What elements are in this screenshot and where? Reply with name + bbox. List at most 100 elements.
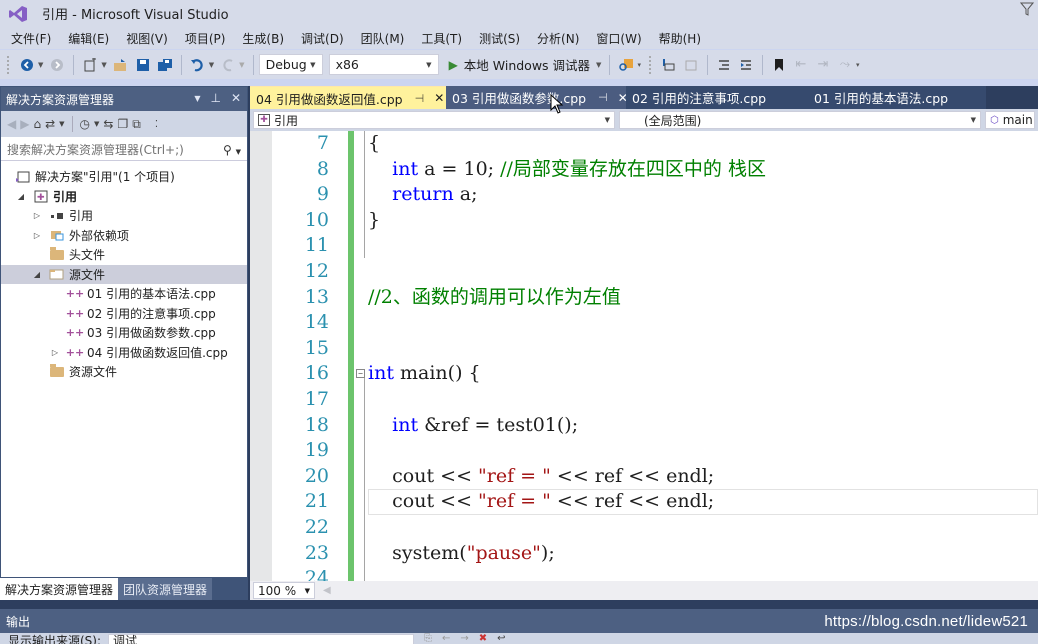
pin-icon[interactable]: ⊥ bbox=[210, 91, 220, 107]
pin-tab-icon[interactable]: ⊣ bbox=[598, 91, 608, 104]
undo-icon[interactable] bbox=[189, 56, 207, 74]
code-line[interactable] bbox=[368, 438, 1038, 464]
tree-item[interactable]: 解决方案"引用"(1 个项目) bbox=[1, 167, 247, 187]
code-line[interactable]: //2、函数的调用可以作为左值 bbox=[368, 285, 1038, 311]
save-all-icon[interactable] bbox=[156, 56, 174, 74]
tree-item[interactable]: ++ 02 引用的注意事项.cpp bbox=[1, 304, 247, 324]
solution-search-input[interactable]: 搜索解决方案资源管理器(Ctrl+;) ⚲ ▼ bbox=[1, 139, 247, 161]
code-line[interactable]: return a; bbox=[368, 182, 1038, 208]
menu-item[interactable]: 生成(B) bbox=[235, 30, 291, 47]
code-line[interactable] bbox=[368, 515, 1038, 541]
find-in-files-icon[interactable] bbox=[617, 56, 635, 74]
code-line[interactable] bbox=[368, 310, 1038, 336]
code-line[interactable]: cout << "ref = " << ref << endl; bbox=[368, 489, 1038, 515]
navigate-back-icon[interactable] bbox=[18, 56, 36, 74]
code-text-area[interactable]: 7 8 9 10 11 12 13 14 15 16 17 18 19 20 21 22 23 24 { int … bbox=[250, 131, 1038, 581]
switch-views-dropdown[interactable]: ▼ bbox=[59, 120, 64, 128]
show-all-files-icon[interactable]: ⧉ bbox=[132, 117, 141, 132]
prev-bookmark-icon[interactable]: ⇤ bbox=[792, 56, 810, 74]
code-line[interactable] bbox=[368, 566, 1038, 581]
menu-item[interactable]: 团队(M) bbox=[354, 30, 412, 47]
start-debugging-button[interactable]: ▶ 本地 Windows 调试器 ▼ bbox=[449, 55, 605, 74]
collapse-all-icon[interactable]: ❐ bbox=[117, 117, 128, 131]
quick-launch-filter-icon[interactable] bbox=[1019, 2, 1035, 16]
menu-item[interactable]: 编辑(E) bbox=[61, 30, 116, 47]
tree-item[interactable]: ▷ 引用 bbox=[1, 206, 247, 226]
menu-item[interactable]: 文件(F) bbox=[4, 30, 58, 47]
solution-configuration-select[interactable]: Debug ▼ bbox=[258, 54, 323, 75]
quick-info-icon[interactable] bbox=[660, 56, 678, 74]
filter-dropdown[interactable]: ▼ bbox=[94, 120, 99, 128]
close-icon[interactable]: ✕ bbox=[231, 91, 241, 107]
code-line[interactable] bbox=[368, 259, 1038, 285]
document-tab[interactable]: 03 引用做函数参数.cpp ⊣ ✕ bbox=[446, 86, 628, 109]
code-line[interactable] bbox=[368, 387, 1038, 413]
solution-platform-select[interactable]: x86 ▼ bbox=[328, 54, 439, 75]
redo-icon[interactable] bbox=[219, 56, 237, 74]
clear-all-icon[interactable]: ✖ bbox=[479, 633, 487, 644]
clear-bookmarks-icon[interactable]: ⤳ bbox=[836, 56, 854, 74]
tree-item[interactable]: ◢ 源文件 bbox=[1, 264, 247, 284]
horizontal-scroll-left-icon[interactable]: ◀ bbox=[323, 585, 331, 596]
menu-item[interactable]: 窗口(W) bbox=[589, 30, 648, 47]
code-line[interactable]: int &ref = test01(); bbox=[368, 413, 1038, 439]
collapsed-arrow-icon[interactable]: ▷ bbox=[31, 211, 43, 220]
open-file-icon[interactable] bbox=[112, 56, 130, 74]
code-line[interactable]: { bbox=[368, 131, 1038, 157]
find-message-icon[interactable]: ⎘ bbox=[424, 633, 432, 644]
document-tab[interactable]: 02 引用的注意事项.cpp bbox=[626, 86, 808, 109]
back-icon[interactable]: ◀ bbox=[7, 117, 16, 131]
outdent-icon[interactable] bbox=[715, 56, 733, 74]
debug-target-dropdown[interactable]: ▼ bbox=[596, 61, 601, 69]
bookmark-icon[interactable] bbox=[770, 56, 788, 74]
tree-item[interactable]: 资源文件 bbox=[1, 362, 247, 382]
menu-item[interactable]: 项目(P) bbox=[178, 30, 233, 47]
menu-item[interactable]: 视图(V) bbox=[119, 30, 175, 47]
toolbar-overflow[interactable]: ▾ bbox=[637, 61, 641, 69]
tree-item[interactable]: ++ 03 引用做函数参数.cpp bbox=[1, 323, 247, 343]
tab-solution-explorer[interactable]: 解决方案资源管理器 bbox=[0, 578, 119, 600]
param-info-icon[interactable] bbox=[682, 56, 700, 74]
menu-item[interactable]: 测试(S) bbox=[472, 30, 527, 47]
undo-dropdown[interactable]: ▼ bbox=[209, 61, 214, 69]
code-line[interactable]: − int main() { bbox=[356, 361, 1038, 387]
output-source-select[interactable]: 调试 bbox=[108, 634, 414, 644]
redo-dropdown[interactable]: ▼ bbox=[239, 61, 244, 69]
forward-icon[interactable]: ▶ bbox=[20, 117, 29, 131]
code-line[interactable] bbox=[368, 336, 1038, 362]
glyph-margin[interactable] bbox=[250, 131, 272, 581]
menu-item[interactable]: 调试(D) bbox=[294, 30, 351, 47]
toolbar-overflow[interactable]: ▾ bbox=[856, 61, 860, 69]
zoom-level-dropdown[interactable]: 100 % ▼ bbox=[253, 582, 315, 599]
menu-item[interactable]: 帮助(H) bbox=[652, 30, 708, 47]
navigate-forward-icon[interactable] bbox=[48, 56, 66, 74]
switch-views-icon[interactable]: ⇄ bbox=[45, 117, 55, 131]
expanded-arrow-icon[interactable]: ◢ bbox=[31, 270, 43, 279]
code-line[interactable] bbox=[368, 233, 1038, 259]
close-tab-icon[interactable]: ✕ bbox=[434, 91, 444, 105]
expanded-arrow-icon[interactable]: ◢ bbox=[15, 192, 27, 201]
save-icon[interactable] bbox=[134, 56, 152, 74]
collapsed-arrow-icon[interactable]: ▷ bbox=[31, 231, 43, 240]
member-dropdown[interactable]: ⬡ main bbox=[985, 111, 1035, 129]
sync-with-document-icon[interactable]: ⇆ bbox=[103, 117, 113, 131]
toolbar-grip[interactable] bbox=[647, 54, 652, 75]
tree-item[interactable]: ▷ ++ 04 引用做函数返回值.cpp bbox=[1, 343, 247, 363]
code-line[interactable]: } bbox=[368, 208, 1038, 234]
navigate-back-dropdown[interactable]: ▼ bbox=[38, 61, 43, 69]
window-position-dropdown-icon[interactable]: ▼ bbox=[194, 91, 200, 107]
tab-team-explorer[interactable]: 团队资源管理器 bbox=[118, 578, 213, 600]
next-message-icon[interactable]: → bbox=[460, 633, 468, 644]
document-tab[interactable]: 01 引用的基本语法.cpp bbox=[808, 86, 986, 109]
pin-tab-icon[interactable]: ⊣ bbox=[415, 92, 425, 105]
toolbar-grip[interactable] bbox=[6, 54, 10, 75]
home-icon[interactable]: ⌂ bbox=[33, 117, 41, 131]
new-project-dropdown[interactable]: ▼ bbox=[101, 61, 106, 69]
toolbar-overflow-icon[interactable]: ⁚ bbox=[155, 119, 158, 130]
new-project-icon[interactable] bbox=[81, 56, 99, 74]
search-icon[interactable]: ⚲ ▼ bbox=[223, 143, 241, 157]
word-wrap-icon[interactable]: ↩ bbox=[497, 633, 505, 644]
collapsed-arrow-icon[interactable]: ▷ bbox=[49, 348, 61, 357]
scope-dropdown[interactable]: (全局范围) ▼ bbox=[619, 111, 981, 129]
menu-item[interactable]: 工具(T) bbox=[414, 30, 469, 47]
